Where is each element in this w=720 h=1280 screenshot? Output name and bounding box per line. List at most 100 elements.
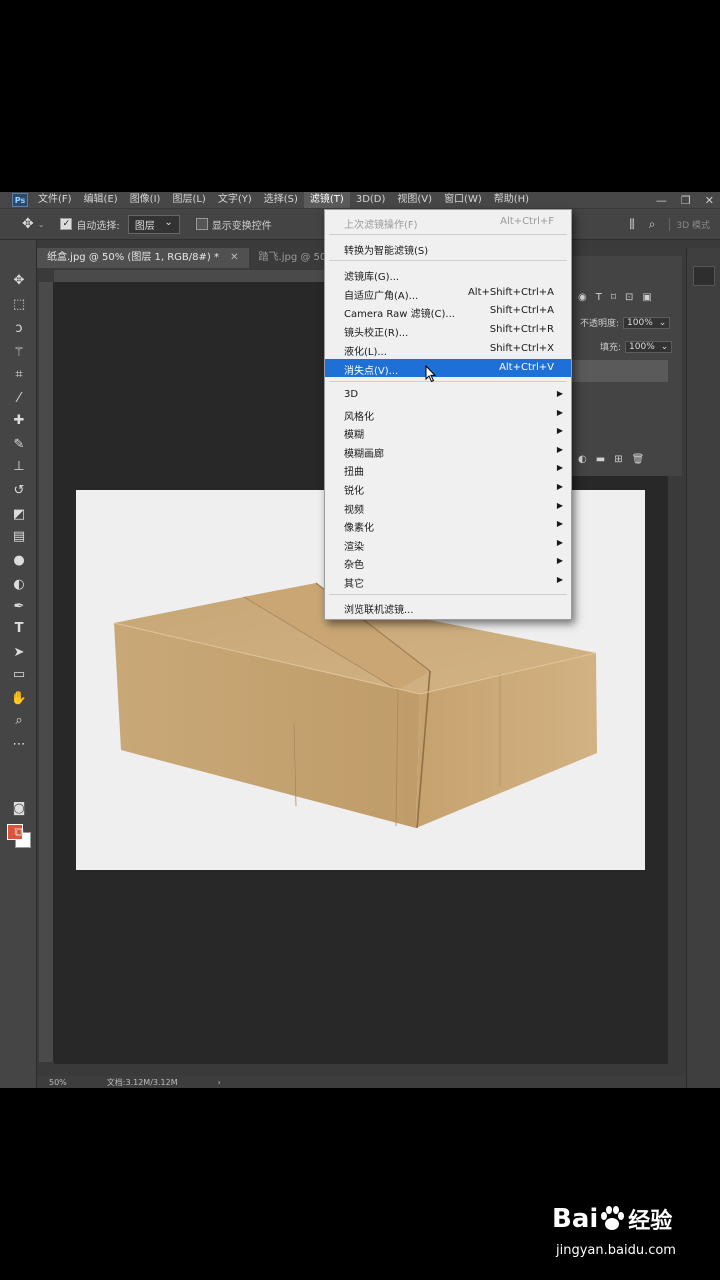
auto-select-target-value: 图层 [134, 220, 155, 232]
tab-document-active[interactable]: 纸盒.jpg @ 50% (图层 1, RGB/8#) * ✕ [37, 248, 249, 268]
3d-mode-label: 3D 模式 [669, 217, 710, 231]
menu-item-blur-gallery[interactable]: 模糊画廊 ▶ [325, 442, 571, 460]
distribute-icon[interactable]: ⫼ [629, 217, 635, 232]
opacity-input[interactable]: 100% ⌄ [623, 316, 671, 329]
menu-help[interactable]: 帮助(H) [488, 192, 535, 208]
crop-tool-icon[interactable]: ⌗ [10, 366, 28, 384]
pen-tool-icon[interactable]: ✒ [10, 598, 28, 616]
menu-item-adaptive-wide-angle[interactable]: 自适应广角(A)... Alt+Shift+Ctrl+A [325, 284, 571, 302]
path-selection-icon[interactable]: ➤ [10, 644, 28, 662]
gradient-tool-icon[interactable]: ▤ [10, 528, 28, 546]
quick-mask-icon[interactable]: ◙ [10, 800, 28, 818]
menu-item-blur[interactable]: 模糊 ▶ [325, 423, 571, 441]
menu-item-shortcut: Shift+Ctrl+X [489, 343, 554, 354]
auto-select-checkbox[interactable]: ✓ [60, 218, 73, 230]
chevron-right-icon[interactable]: › [218, 1078, 221, 1087]
menu-item-browse-online-filters[interactable]: 浏览联机滤镜... [325, 598, 571, 616]
menu-image[interactable]: 图像(I) [124, 192, 167, 208]
folder-icon[interactable]: ▬ [596, 454, 605, 465]
minimize-button[interactable]: — [656, 194, 667, 207]
fill-value: 100% [629, 341, 655, 352]
hand-tool-icon[interactable]: ✋ [10, 690, 28, 708]
menu-item-last-filter: 上次滤镜操作(F) Alt+Ctrl+F [325, 213, 571, 231]
menu-layer[interactable]: 图层(L) [166, 192, 211, 208]
chevron-down-icon: ⌄ [658, 317, 667, 328]
more-tools-icon[interactable]: ⋯ [10, 736, 28, 754]
search-icon[interactable]: ⌕ [649, 217, 656, 232]
layer-row-selected[interactable] [570, 360, 668, 382]
history-panel-icon[interactable] [693, 266, 715, 286]
menu-item-label: 滤镜库(G)... [344, 272, 400, 283]
lasso-tool-icon[interactable]: ↄ [10, 320, 28, 338]
menu-item-distort[interactable]: 扭曲 ▶ [325, 460, 571, 478]
menu-item-3d[interactable]: 3D ▶ [325, 386, 571, 404]
menu-item-pixelate[interactable]: 像素化 ▶ [325, 516, 571, 534]
dodge-tool-icon[interactable]: ◐ [10, 576, 28, 594]
menu-item-liquify[interactable]: 液化(L)... Shift+Ctrl+X [325, 340, 571, 358]
auto-select-target-select[interactable]: 图层 ⌄ [127, 214, 180, 234]
adjustment-layer-icon[interactable]: ◐ [578, 454, 587, 465]
menu-item-render[interactable]: 渲染 ▶ [325, 535, 571, 553]
menu-edit[interactable]: 编辑(E) [78, 192, 124, 208]
lock-position-icon[interactable]: ⌑ [611, 292, 616, 303]
move-tool-preset-icon[interactable]: ✥ [22, 216, 34, 232]
menu-window[interactable]: 窗口(W) [438, 192, 488, 208]
brush-tool-icon[interactable]: ✎ [10, 436, 28, 454]
menu-item-noise[interactable]: 杂色 ▶ [325, 553, 571, 571]
trash-icon[interactable]: 🗑 [632, 454, 645, 465]
menu-filter[interactable]: 滤镜(T) [303, 192, 350, 208]
menu-item-sharpen[interactable]: 锐化 ▶ [325, 479, 571, 497]
show-transform-label: 显示变换控件 [211, 220, 272, 232]
fill-input[interactable]: 100% ⌄ [625, 340, 673, 353]
new-layer-icon[interactable]: ⊞ [614, 454, 622, 465]
menu-item-camera-raw[interactable]: Camera Raw 滤镜(C)... Shift+Ctrl+A [325, 302, 571, 320]
menu-bar: Ps 文件(F) 编辑(E) 图像(I) 图层(L) 文字(Y) 选择(S) 滤… [0, 192, 720, 208]
menu-view[interactable]: 视图(V) [391, 192, 438, 208]
menu-item-vanishing-point[interactable]: 消失点(V)... Alt+Ctrl+V [325, 359, 571, 377]
filter-menu: 上次滤镜操作(F) Alt+Ctrl+F 转换为智能滤镜(S) 滤镜库(G)..… [324, 209, 572, 620]
magic-wand-icon[interactable]: ⚚ [10, 344, 28, 362]
chevron-right-icon: ▶ [556, 408, 563, 417]
eraser-icon[interactable]: ◩ [10, 506, 28, 524]
eyedropper-icon[interactable]: ⁄ [10, 390, 28, 408]
chevron-right-icon: ▶ [556, 463, 563, 472]
menu-file[interactable]: 文件(F) [32, 192, 78, 208]
menu-item-filter-gallery[interactable]: 滤镜库(G)... [325, 265, 571, 283]
menu-item-video[interactable]: 视频 ▶ [325, 498, 571, 516]
move-tool-icon[interactable]: ✥ [10, 272, 28, 290]
marquee-tool-icon[interactable]: ⬚ [10, 296, 28, 314]
menu-item-convert-smart-filter[interactable]: 转换为智能滤镜(S) [325, 239, 571, 257]
blur-tool-icon[interactable]: ● [10, 552, 28, 570]
clone-stamp-icon[interactable]: ⊥ [10, 458, 28, 476]
chevron-right-icon: ▶ [556, 575, 563, 584]
baidu-jingyan-watermark: Bai 经验 jingyan.baidu.com [552, 1203, 682, 1263]
rectangle-tool-icon[interactable]: ▭ [10, 666, 28, 684]
menu-3d[interactable]: 3D(D) [350, 192, 392, 208]
lock-artboard-icon[interactable]: ⊡ [625, 292, 633, 303]
menu-item-label: 杂色 [344, 560, 364, 571]
lock-all-icon[interactable]: ▣ [642, 292, 651, 303]
type-tool-icon[interactable]: T [10, 620, 28, 638]
lock-pixels-icon[interactable]: T [596, 292, 602, 303]
screen-mode-icon[interactable]: ⧉ [10, 824, 28, 842]
restore-button[interactable]: ❐ [681, 194, 691, 207]
zoom-tool-icon[interactable]: ⌕ [10, 712, 28, 730]
menu-item-other[interactable]: 其它 ▶ [325, 572, 571, 590]
close-icon[interactable]: ✕ [230, 252, 238, 263]
chevron-right-icon: ▶ [556, 482, 563, 491]
layer-actions: ◐ ▬ ⊞ 🗑 [578, 454, 644, 465]
history-brush-icon[interactable]: ↺ [10, 482, 28, 500]
close-window-button[interactable]: ✕ [705, 194, 714, 207]
photoshop-logo: Ps [12, 193, 28, 207]
menu-select[interactable]: 选择(S) [258, 192, 304, 208]
menu-item-lens-correction[interactable]: 镜头校正(R)... Shift+Ctrl+R [325, 321, 571, 339]
menu-type[interactable]: 文字(Y) [212, 192, 258, 208]
chevron-right-icon: ▶ [556, 519, 563, 528]
zoom-level[interactable]: 50% [49, 1078, 67, 1087]
menu-item-stylize[interactable]: 风格化 ▶ [325, 405, 571, 423]
healing-brush-icon[interactable]: ✚ [10, 412, 28, 430]
menu-separator [329, 260, 567, 261]
lock-transparent-icon[interactable]: ◉ [578, 292, 587, 303]
chevron-down-icon[interactable]: ⌄ [38, 220, 45, 229]
show-transform-checkbox[interactable] [195, 218, 208, 230]
